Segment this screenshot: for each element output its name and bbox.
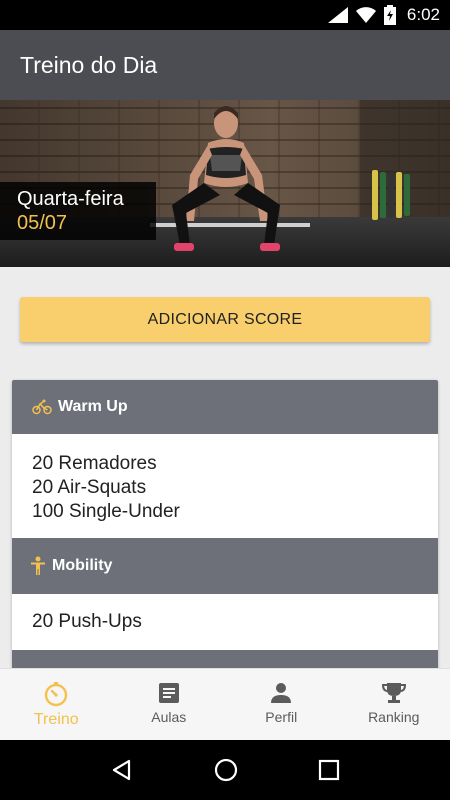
battery-icon [383,5,396,25]
clock: 6:02 [406,5,440,24]
screen: 6:02 Treino do Dia Quarta-feira 05/07 AD… [0,0,450,800]
trophy-icon [381,683,406,703]
system-nav-bar [0,740,450,800]
exercise-line: 20 Push-Ups [32,611,142,632]
nav-item-treino[interactable]: Treino [0,669,113,740]
wifi-icon [355,7,376,23]
status-bar: 6:02 [0,0,450,30]
home-icon[interactable] [213,757,239,783]
date-label: 05/07 [17,212,68,234]
section-header-warm-up: Warm Up [12,380,438,434]
exercise-line: 100 Single-Under [32,501,180,522]
page-title: Treino do Dia [20,51,158,78]
bicycle-icon [32,399,52,415]
back-icon[interactable] [110,758,134,782]
profile-icon [271,683,292,703]
weight-plates [372,170,410,220]
weekday-label: Quarta-feira [17,188,124,210]
add-score-button[interactable]: ADICIONAR SCORE [20,297,430,342]
section-body-mobility: 20 Push-Ups [12,594,438,650]
nav-item-ranking[interactable]: Ranking [338,669,450,740]
section-header-mobility: Mobility [12,538,438,594]
app-bar: Treino do Dia [0,30,450,100]
bottom-nav: Treino Aulas Perfil Ranking [0,668,450,740]
hero-image: Quarta-feira 05/07 [0,100,450,267]
exercise-line: 20 Remadores [32,453,157,474]
nav-item-aulas[interactable]: Aulas [113,669,226,740]
signal-icon [327,7,348,23]
recents-icon[interactable] [318,759,340,781]
exercise-line: 20 Air-Squats [32,477,147,498]
athlete-figure [150,106,310,251]
section-title: Mobility [52,557,113,574]
date-box: Quarta-feira 05/07 [0,182,156,240]
person-icon [31,556,45,575]
nav-label: Perfil [265,709,298,725]
section-body-warm-up: 20 Remadores 20 Air-Squats 100 Single-Un… [12,434,438,538]
nav-label: Ranking [368,709,420,725]
workout-card: Warm Up 20 Remadores 20 Air-Squats 100 S… [12,380,438,680]
nav-label: Treino [33,711,79,728]
nav-item-perfil[interactable]: Perfil [225,669,338,740]
list-icon [158,683,179,703]
section-title: Warm Up [58,398,128,415]
stopwatch-icon [45,682,68,707]
nav-label: Aulas [151,709,187,725]
